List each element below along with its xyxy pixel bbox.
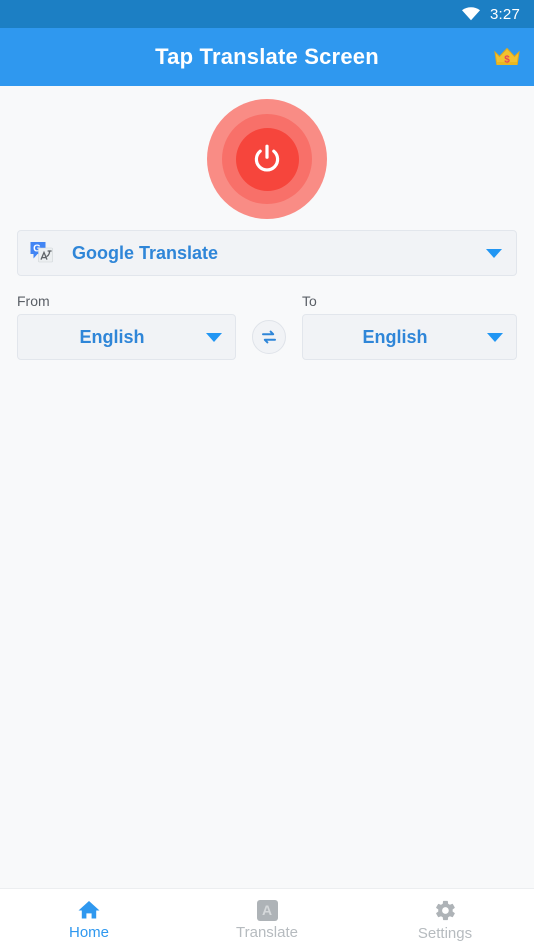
from-language-dropdown[interactable]: English: [17, 314, 236, 360]
chevron-down-icon: [486, 248, 502, 258]
translate-letter-a-icon: A: [256, 899, 278, 921]
nav-item-settings[interactable]: Settings: [356, 889, 534, 949]
app-bar: Tap Translate Screen $: [0, 28, 534, 86]
chevron-down-icon: [487, 332, 503, 342]
power-ring-inner: [235, 127, 299, 191]
nav-label-settings: Settings: [417, 924, 473, 942]
nav-item-home[interactable]: Home: [0, 889, 178, 949]
page-title: Tap Translate Screen: [155, 44, 379, 69]
power-toggle-button[interactable]: [207, 99, 327, 219]
app-screen: 3:27 Tap Translate Screen $ G Google Tra…: [0, 0, 534, 949]
google-translate-icon: G: [29, 240, 55, 266]
to-label: To: [302, 293, 317, 309]
swap-arrows-icon: [259, 327, 279, 347]
nav-item-translate[interactable]: A Translate: [178, 889, 356, 949]
main-content: G Google Translate From To English Engli…: [0, 86, 534, 888]
language-controls-row: English English: [17, 314, 517, 360]
empty-content-area: [17, 360, 517, 888]
to-language-dropdown[interactable]: English: [302, 314, 517, 360]
status-bar-clock: 3:27: [490, 5, 520, 23]
premium-upgrade-button[interactable]: $: [490, 40, 524, 74]
language-labels-row: From To: [17, 292, 517, 310]
status-bar-right: 3:27: [461, 6, 520, 23]
gear-icon: [434, 899, 457, 922]
nav-label-home: Home: [68, 924, 109, 941]
home-icon: [77, 899, 101, 921]
translation-engine-dropdown[interactable]: G Google Translate: [17, 230, 517, 276]
power-ring-middle: [222, 114, 312, 204]
to-language-value: English: [362, 326, 428, 347]
power-icon: [250, 142, 284, 176]
chevron-down-icon: [206, 332, 222, 342]
status-bar: 3:27: [0, 0, 534, 28]
power-button-area: [17, 86, 517, 230]
from-language-value: English: [79, 326, 145, 347]
nav-label-translate: Translate: [236, 923, 298, 941]
language-selection-block: From To English English: [17, 292, 517, 360]
wifi-icon: [461, 7, 481, 21]
swap-button-area: [236, 320, 302, 354]
bottom-navigation-bar: Home A Translate Settings: [0, 888, 534, 949]
swap-languages-button[interactable]: [252, 320, 286, 354]
svg-text:$: $: [504, 54, 510, 65]
translation-engine-label: Google Translate: [72, 242, 219, 263]
from-label: From: [17, 293, 50, 309]
